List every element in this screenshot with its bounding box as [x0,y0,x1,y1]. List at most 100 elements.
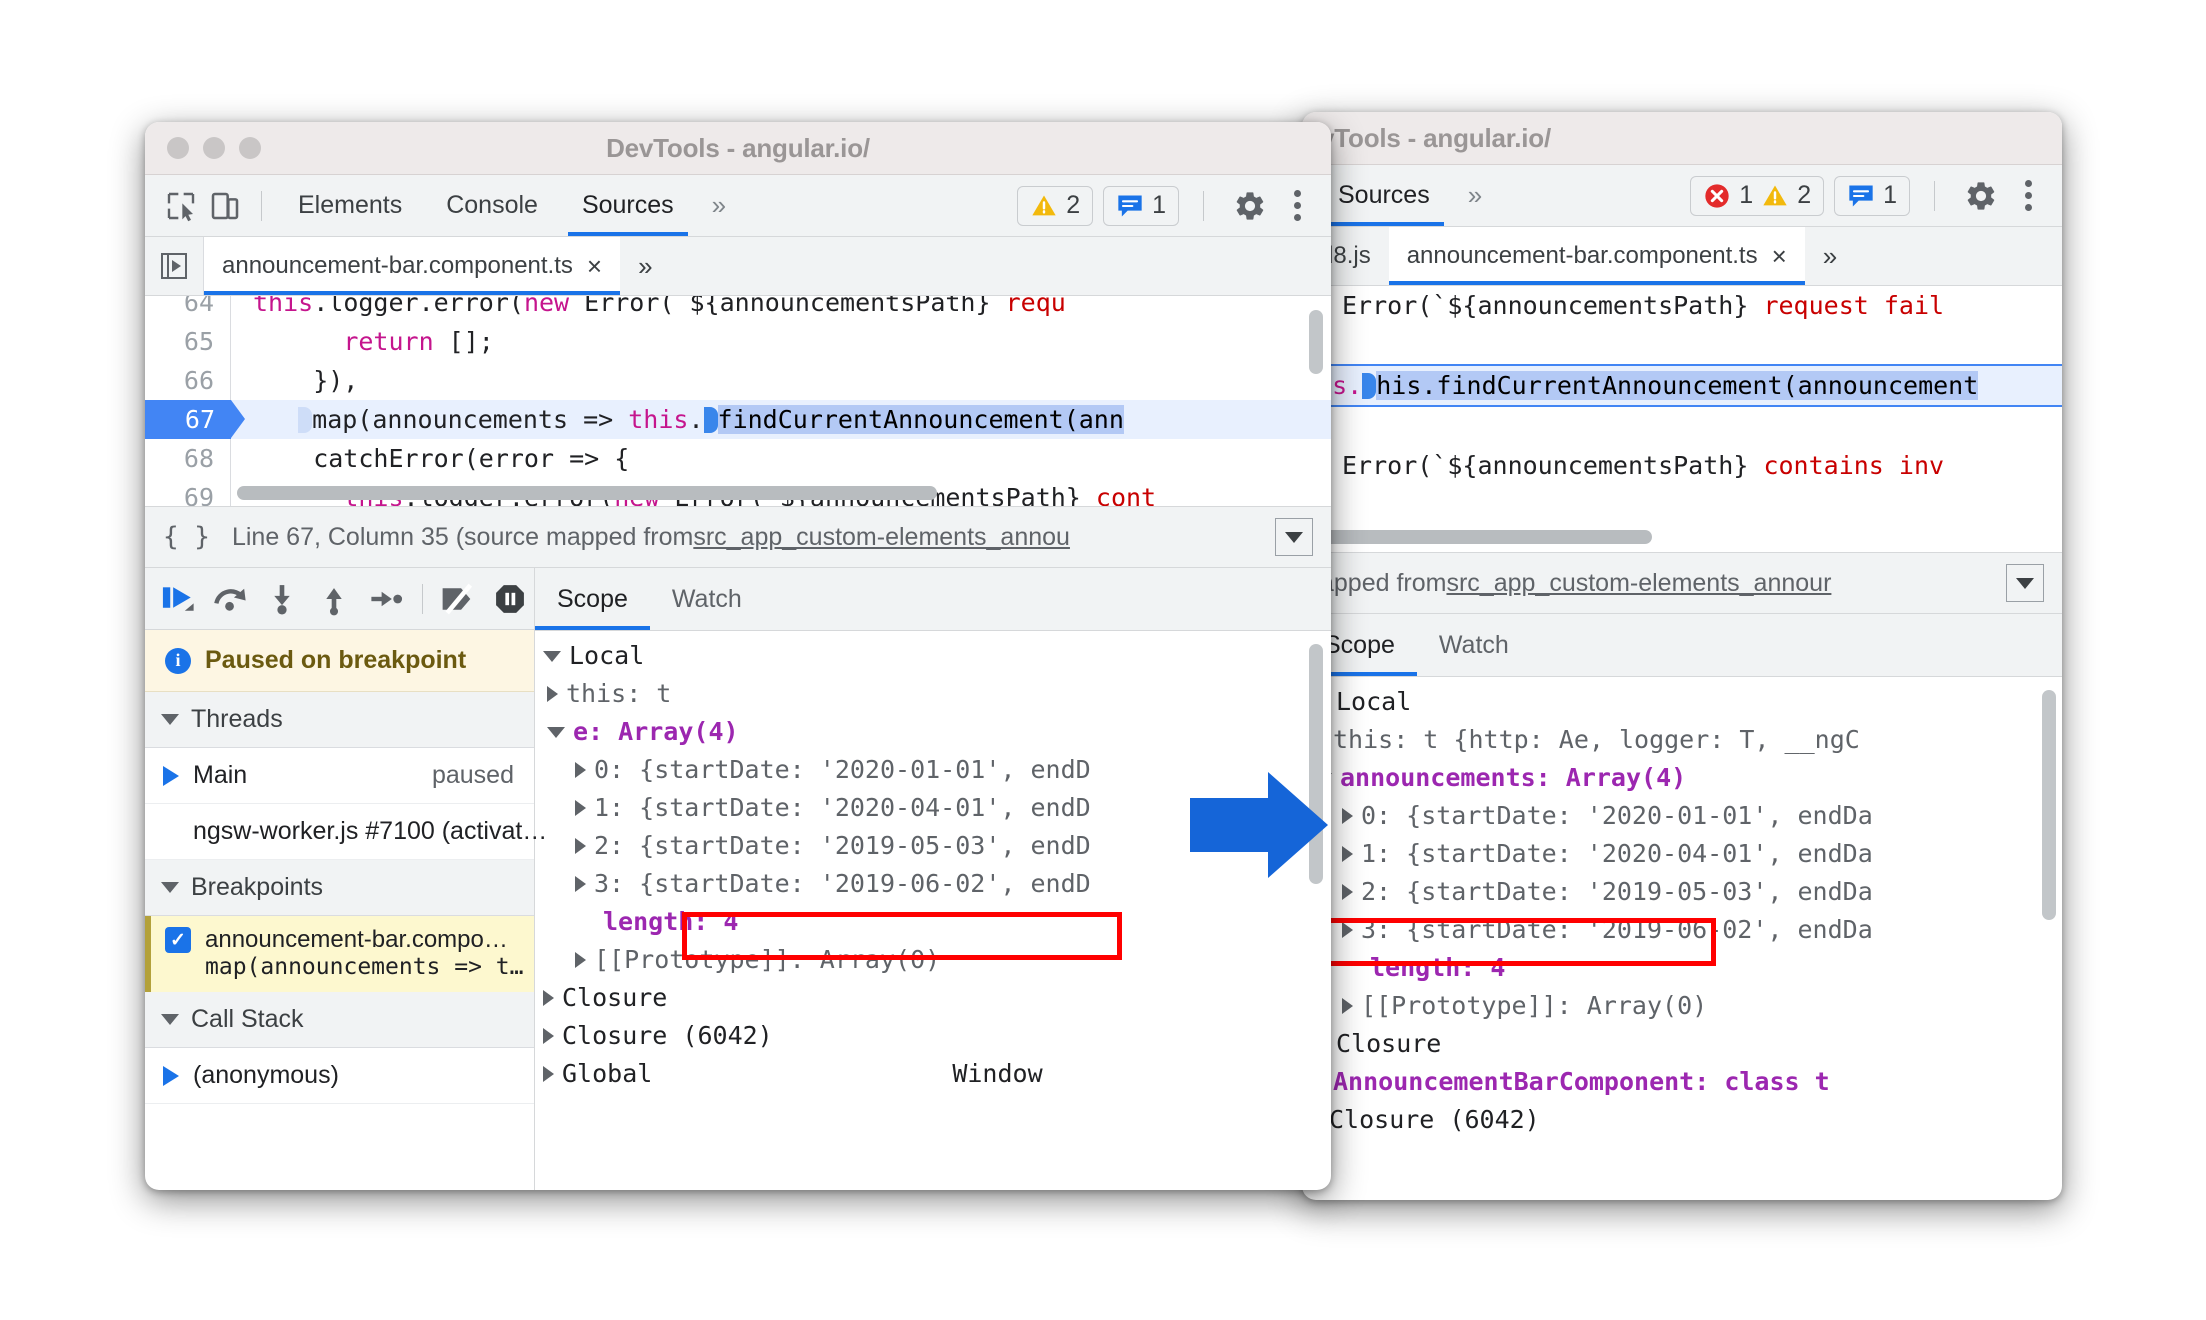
source-map-link[interactable]: src_app_custom-elements_annou [693,523,1070,552]
paused-text: Paused on breakpoint [205,646,467,674]
tab-scope[interactable]: Scope [535,568,650,630]
step-button[interactable] [362,574,410,624]
kebab-dot [1294,190,1301,197]
toolbar-divider [261,190,262,221]
scope-label: length: 4 [603,907,739,936]
source-map-dropdown[interactable] [1275,518,1313,556]
scope-row-closure[interactable]: Closure [1302,1025,2062,1063]
device-toolbar-icon [211,192,239,219]
scope-row[interactable]: 2: {startDate: '2019-05-03', endDa [1302,873,2062,911]
right-message-badge[interactable]: 1 [1834,175,1910,216]
scope-row[interactable]: 1: {startDate: '2020-04-01', endDa [1302,835,2062,873]
step-over-button[interactable] [207,574,255,624]
scope-row-announcements[interactable]: announcements: Array(4) [1302,759,2062,797]
step-out-button[interactable] [310,574,358,624]
more-panels-chevron-right-icon[interactable]: » [1452,180,1495,211]
scope-row-prototype[interactable]: [[Prototype]]: Array(0) [535,941,1331,979]
close-icon[interactable]: × [587,251,602,282]
scope-global-value: Window [952,1059,1043,1088]
tab-watch[interactable]: Watch [650,568,764,630]
code-line: 65 return []; [145,322,1331,361]
file-tab-announcement-bar[interactable]: announcement-bar.component.ts × [204,237,621,295]
code-text: return []; [343,327,494,356]
inspect-element-button[interactable] [159,184,203,228]
scope-row[interactable]: Local [1302,683,2062,721]
close-icon[interactable]: × [1772,241,1787,272]
breakpoints-section-header[interactable]: Breakpoints [145,860,534,916]
left-message-badge[interactable]: 1 [1103,185,1179,226]
tab-sources-right[interactable]: Sources [1316,165,1452,226]
scope-label: AnnouncementBarComponent: class t [1333,1067,1830,1096]
scope-row-length[interactable]: length: 4 [1302,949,2062,987]
pause-on-exceptions-icon [496,584,525,613]
code-text: Error(`${announcementsPath} [1342,291,1764,320]
triangle-right-icon [1342,884,1353,900]
threads-section-header[interactable]: Threads [145,692,534,748]
settings-button[interactable] [1228,184,1272,228]
scope-label: this: t [566,679,672,708]
right-code-editor[interactable]: Error(`${announcementsPath} request fail… [1302,286,2062,552]
horizontal-scrollbar-right[interactable] [1320,530,1652,544]
message-icon [1118,195,1142,216]
resume-script-execution-button[interactable] [155,574,203,624]
scope-row-closure[interactable]: Closure [535,979,1331,1017]
scope-row[interactable]: 3: {startDate: '2019-06-02', endDa [1302,911,2062,949]
threads-label: Threads [191,705,283,733]
scope-label: Closure [1336,1029,1442,1058]
main-menu-button[interactable] [1282,190,1313,221]
pretty-print-icon[interactable]: { } [163,522,210,552]
tab-console[interactable]: Console [424,175,560,236]
thread-label: ngsw-worker.js #7100 (activat… [193,817,548,845]
call-stack-section-header[interactable]: Call Stack [145,992,534,1048]
error-count: 1 [1739,181,1754,209]
source-map-dropdown[interactable] [2006,564,2044,602]
scope-row-closure-6042[interactable]: Closure (6042) [535,1017,1331,1055]
screenshot-root: vTools - angular.io/ Sources » 1 2 1 d8.… [0,0,2206,1320]
scope-label: Closure (6042) [1329,1105,1540,1134]
show-navigator-button[interactable] [145,237,204,295]
scope-row-component[interactable]: AnnouncementBarComponent: class t [1302,1063,2062,1101]
source-map-link[interactable]: src_app_custom-elements_annour [1446,569,1831,598]
file-tab-announcement-bar-right[interactable]: announcement-bar.component.ts × [1388,227,1805,285]
code-text-string: contains inv [1763,451,1945,480]
editor-vertical-scrollbar[interactable] [1309,310,1323,374]
thread-row-worker[interactable]: ngsw-worker.js #7100 (activat… [145,804,547,860]
left-warning-badge[interactable]: 2 [1017,185,1094,226]
breakpoint-checkbox[interactable]: ✓ [165,927,191,953]
scope-label: [[Prototype]]: Array(0) [1361,991,1708,1020]
left-code-editor[interactable]: 64 this.logger.error(new Error(`${announ… [145,296,1331,506]
editor-horizontal-scrollbar[interactable] [237,486,937,500]
scope-row[interactable]: this: t {http: Ae, logger: T, __ngC [1302,721,2062,759]
tab-watch-right[interactable]: Watch [1417,614,1531,676]
tab-elements[interactable]: Elements [276,175,424,236]
scope-row[interactable]: this: t [535,675,1331,713]
scope-row-prototype[interactable]: [[Prototype]]: Array(0) [1302,987,2062,1025]
current-thread-arrow-icon [163,765,179,786]
scope-row[interactable]: 0: {startDate: '2020-01-01', endDa [1302,797,2062,835]
call-stack-row[interactable]: (anonymous) [145,1048,534,1104]
right-devtools-toolbar: Sources » 1 2 1 [1302,165,2062,227]
main-menu-button-right[interactable] [2013,180,2044,211]
toggle-device-toolbar-button[interactable] [203,184,247,228]
scope-row-length[interactable]: length: 4 [535,903,1331,941]
step-into-button[interactable] [258,574,306,624]
scope-label: e: Array(4) [573,717,739,746]
chevron-right-more-icon: » [1822,240,1838,271]
right-scope-tree[interactable]: Local this: t {http: Ae, logger: T, __ng… [1302,677,2062,1139]
scope-vertical-scrollbar-right[interactable] [2042,690,2056,920]
tab-sources[interactable]: Sources [560,175,696,236]
deactivate-breakpoints-button[interactable] [435,574,483,624]
right-issue-badges[interactable]: 1 2 [1690,175,1825,216]
scope-row-e[interactable]: e: Array(4) [535,713,1331,751]
scope-row[interactable]: Local [535,637,1331,675]
more-file-tabs-right[interactable]: » [1805,227,1855,285]
more-panels-chevron-icon[interactable]: » [696,190,739,221]
triangle-right-icon [543,990,554,1006]
scope-row-global[interactable]: Global Window [535,1055,1331,1093]
more-file-tabs[interactable]: » [620,237,670,295]
thread-row-main[interactable]: Main paused [145,748,534,804]
settings-button-right[interactable] [1959,174,2003,218]
breakpoint-item[interactable]: ✓ announcement-bar.compo… map(announceme… [145,916,534,992]
pause-on-exceptions-button[interactable] [486,574,534,624]
scope-row-closure-6042[interactable]: Closure (6042) [1302,1101,2062,1139]
